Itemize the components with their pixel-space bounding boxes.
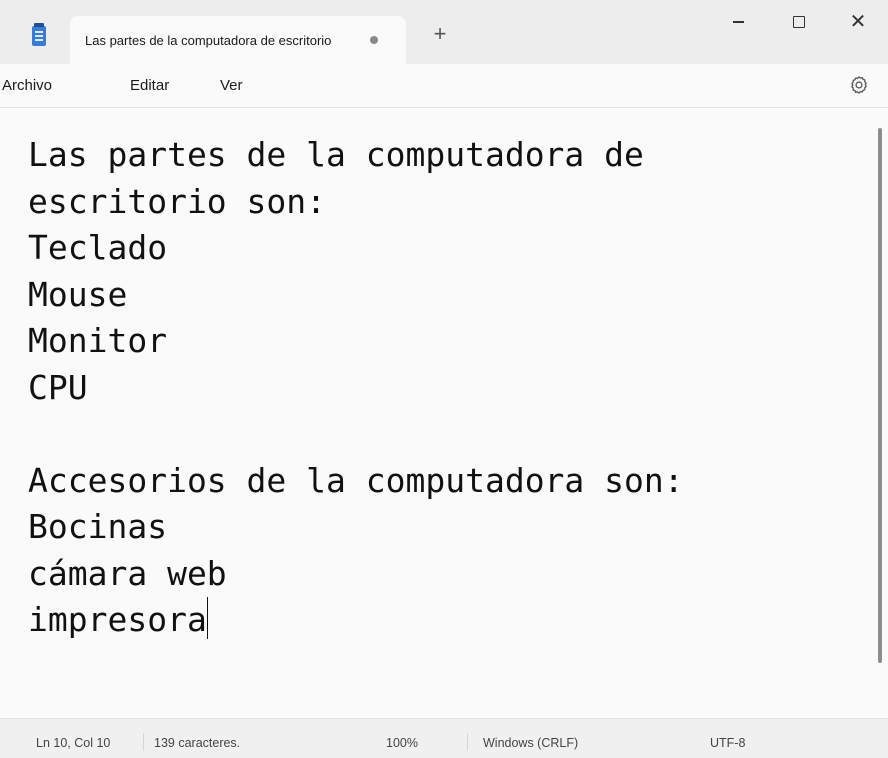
unsaved-dot-icon[interactable] <box>370 36 378 44</box>
editor-line: Las partes de la computadora de <box>28 135 644 174</box>
minimize-button[interactable] <box>718 8 758 36</box>
editor-line: Accesorios de la computadora son: <box>28 460 684 500</box>
editor-line: cámara web <box>28 553 227 593</box>
editor-line: Teclado <box>28 228 168 267</box>
new-tab-button[interactable]: + <box>428 22 452 46</box>
status-bar: Ln 10, Col 10 139 caracteres. 100% Windo… <box>0 718 888 758</box>
tab-title: Las partes de la computadora de escritor… <box>85 33 332 48</box>
tab-document[interactable]: Las partes de la computadora de escritor… <box>70 16 406 64</box>
vertical-scrollbar[interactable] <box>878 128 882 663</box>
title-bar: Las partes de la computadora de escritor… <box>0 0 888 64</box>
status-zoom[interactable]: 100% <box>386 736 418 750</box>
status-encoding[interactable]: UTF-8 <box>710 736 745 750</box>
close-button[interactable]: ✕ <box>838 8 878 36</box>
status-cursor-position: Ln 10, Col 10 <box>36 736 111 750</box>
menu-ver[interactable]: Ver <box>220 77 243 94</box>
status-divider <box>467 733 468 751</box>
status-divider <box>143 733 144 751</box>
notepad-icon <box>32 23 46 46</box>
editor-line: Bocinas <box>28 507 168 546</box>
editor-line: CPU <box>28 367 88 407</box>
editor-line-text: impresora <box>28 600 207 639</box>
editor-line: escritorio son: <box>28 181 327 221</box>
menu-archivo[interactable]: Archivo <box>2 77 52 94</box>
status-char-count: 139 caracteres. <box>154 736 241 750</box>
editor-line: Mouse <box>28 274 128 314</box>
editor-line: Monitor <box>28 321 168 360</box>
text-editor[interactable]: Las partes de la computadora de escritori… <box>0 108 888 718</box>
gear-icon[interactable] <box>848 74 870 96</box>
menu-editar[interactable]: Editar <box>130 77 169 94</box>
status-line-ending[interactable]: Windows (CRLF) <box>483 736 578 750</box>
maximize-button[interactable] <box>778 8 818 36</box>
menu-bar: Archivo Editar Ver <box>0 64 888 108</box>
editor-line-empty <box>28 411 684 458</box>
editor-content[interactable]: Las partes de la computadora de escritori… <box>28 132 684 644</box>
text-caret <box>206 597 209 639</box>
editor-line-last: impresora <box>28 597 684 644</box>
